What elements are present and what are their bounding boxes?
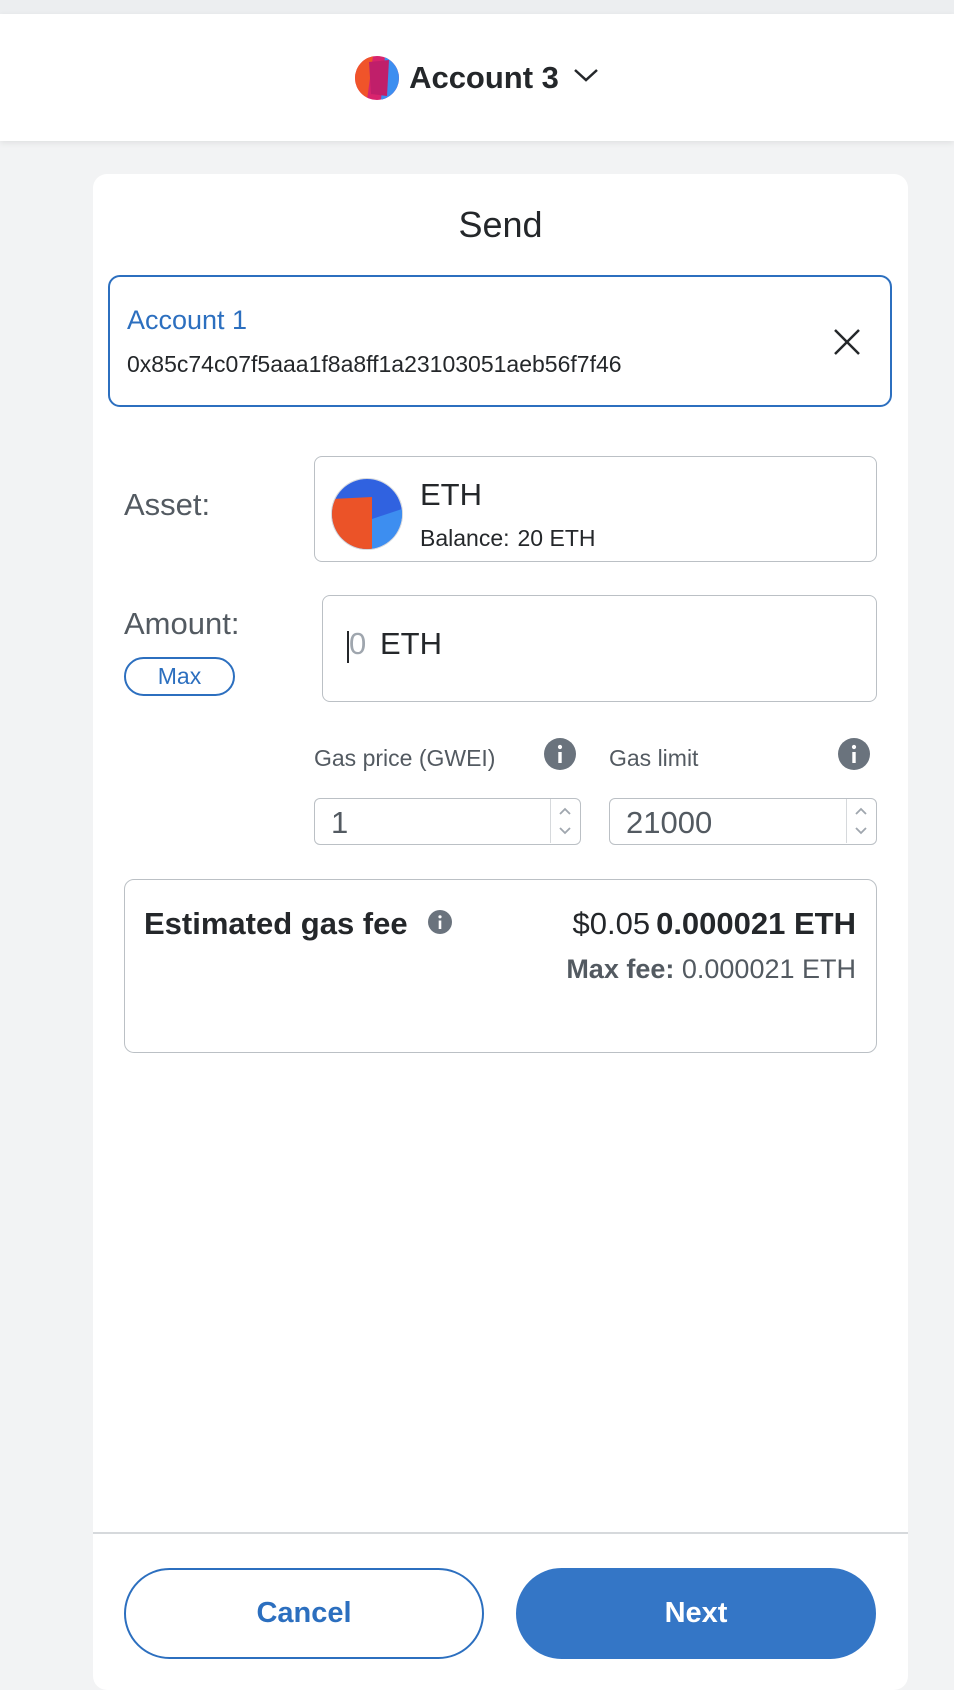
estimated-fee-fiat: $0.05 xyxy=(572,906,651,941)
gas-limit-stepper[interactable] xyxy=(846,799,876,843)
send-card: Send Account 1 0x85c74c07f5aaa1f8a8ff1a2… xyxy=(93,174,908,1690)
top-strip xyxy=(0,0,954,14)
asset-selector[interactable]: ETH Balance: 20 ETH xyxy=(314,456,877,562)
close-icon[interactable] xyxy=(830,325,864,359)
account-name: Account 3 xyxy=(409,59,559,95)
gas-price-stepper[interactable] xyxy=(550,799,580,843)
balance-value: 20 ETH xyxy=(517,525,596,551)
account-avatar-icon xyxy=(355,55,400,100)
gas-price-input[interactable]: 1 xyxy=(314,798,581,845)
cancel-button[interactable]: Cancel xyxy=(124,1568,484,1659)
estimated-fee-amounts: $0.05 0.000021 ETH xyxy=(573,906,857,942)
balance-label: Balance: xyxy=(420,525,510,551)
estimated-gas-fee-title: Estimated gas fee xyxy=(144,906,408,941)
max-fee-label: Max fee: xyxy=(566,954,675,984)
app-header: Account 3 xyxy=(0,14,954,141)
gas-limit-label: Gas limit xyxy=(609,745,699,771)
gas-price-info-icon[interactable] xyxy=(544,738,576,770)
estimated-fee-info-icon[interactable] xyxy=(428,910,452,934)
asset-symbol: ETH xyxy=(420,477,482,512)
max-fee: Max fee: 0.000021 ETH xyxy=(566,954,856,985)
chevron-down-icon xyxy=(573,67,599,88)
amount-label: Amount: xyxy=(124,606,240,641)
asset-balance: Balance: 20 ETH xyxy=(420,525,596,552)
eth-asset-icon xyxy=(331,478,403,550)
recipient-address: 0x85c74c07f5aaa1f8a8ff1a23103051aeb56f7f… xyxy=(127,351,622,377)
amount-input[interactable]: 0 ETH xyxy=(322,595,877,702)
amount-unit: ETH xyxy=(380,626,442,661)
gas-price-label: Gas price (GWEI) xyxy=(314,745,496,771)
asset-label: Asset: xyxy=(124,487,211,522)
next-button[interactable]: Next xyxy=(516,1568,876,1659)
max-button[interactable]: Max xyxy=(124,657,235,696)
amount-value: 0 xyxy=(349,626,367,661)
account-selector[interactable]: Account 3 xyxy=(355,55,599,100)
gas-limit-value: 21000 xyxy=(626,805,713,840)
footer-divider xyxy=(93,1532,908,1534)
gas-limit-info-icon[interactable] xyxy=(838,738,870,770)
gas-limit-input[interactable]: 21000 xyxy=(609,798,877,845)
recipient-name: Account 1 xyxy=(127,305,248,335)
recipient-field[interactable]: Account 1 0x85c74c07f5aaa1f8a8ff1a231030… xyxy=(108,275,892,407)
max-fee-value: 0.000021 ETH xyxy=(681,954,856,984)
estimated-gas-fee-panel: Estimated gas fee $0.05 0.000021 ETH Max … xyxy=(124,879,877,1053)
page-title: Send xyxy=(458,204,543,245)
estimated-fee-eth: 0.000021 ETH xyxy=(656,906,856,941)
gas-price-value: 1 xyxy=(331,805,349,840)
